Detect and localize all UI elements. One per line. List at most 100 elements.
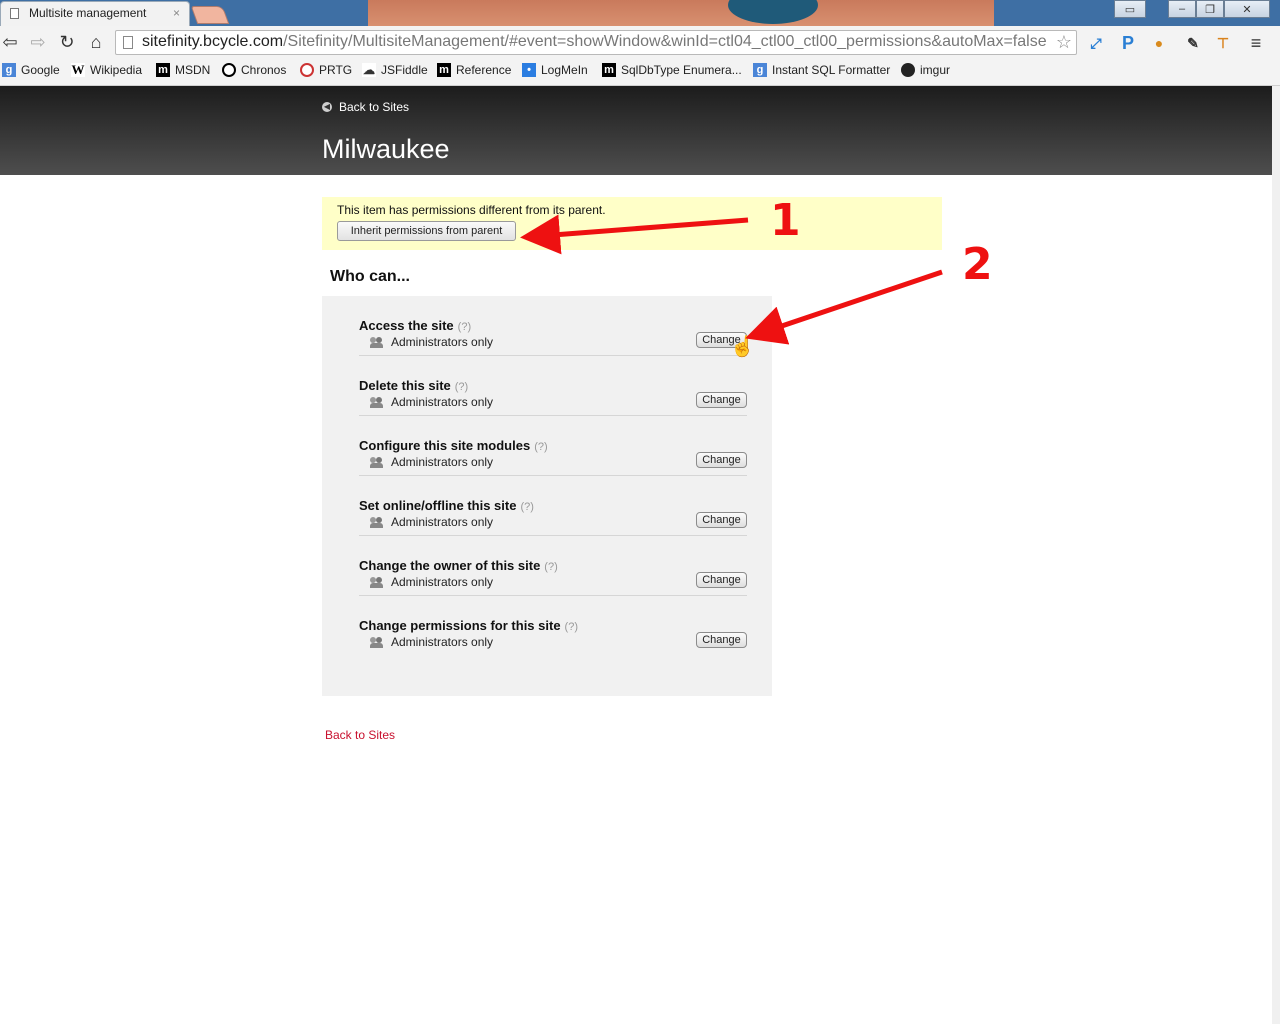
google-icon: g bbox=[2, 63, 16, 77]
notice-message: This item has permissions different from… bbox=[337, 203, 606, 217]
jsfiddle-icon: ☁ bbox=[362, 63, 376, 77]
permission-who-text: Administrators only bbox=[391, 515, 494, 529]
users-icon bbox=[370, 576, 384, 588]
bookmark-msdn[interactable]: m MSDN bbox=[156, 63, 210, 77]
maximize-button[interactable]: ❐ bbox=[1196, 0, 1224, 18]
reload-icon[interactable]: ↻ bbox=[57, 32, 77, 52]
permission-who-text: Administrators only bbox=[391, 395, 494, 409]
bookmark-label: SqlDbType Enumera... bbox=[621, 63, 742, 77]
back-to-sites-label: Back to Sites bbox=[339, 100, 410, 114]
permission-row: Change permissions for this site (?) Admi… bbox=[359, 596, 747, 656]
permission-who-text: Administrators only bbox=[391, 635, 494, 649]
tab-close-icon[interactable]: × bbox=[173, 6, 180, 20]
change-button[interactable]: Change bbox=[696, 512, 747, 528]
menu-hamburger-icon[interactable]: ≡ bbox=[1246, 33, 1266, 53]
back-arrow-icon[interactable]: ⇦ bbox=[0, 32, 20, 52]
reference-icon: m bbox=[437, 63, 451, 77]
bookmark-logmein[interactable]: • LogMeIn bbox=[522, 63, 588, 77]
permission-who-text: Administrators only bbox=[391, 335, 494, 349]
address-bar[interactable]: sitefinity.bcycle.com/Sitefinity/Multisi… bbox=[115, 30, 1077, 55]
annotation-number-1: 1 bbox=[770, 195, 801, 246]
permission-label-text: Set online/offline this site bbox=[359, 498, 517, 513]
google-icon: g bbox=[753, 63, 767, 77]
close-window-button[interactable]: ✕ bbox=[1224, 0, 1270, 18]
back-to-sites-link-top[interactable]: ◀ Back to Sites bbox=[322, 100, 409, 114]
change-button[interactable]: Change bbox=[696, 632, 747, 648]
permission-who: Administrators only bbox=[370, 635, 493, 649]
permission-label: Configure this site modules (?) bbox=[359, 438, 548, 453]
permission-label: Change the owner of this site (?) bbox=[359, 558, 558, 573]
page-icon bbox=[10, 8, 19, 19]
home-icon[interactable]: ⌂ bbox=[86, 32, 106, 52]
url-path: /Sitefinity/MultisiteManagement/#event=s… bbox=[283, 33, 1047, 50]
change-button[interactable]: Change bbox=[696, 452, 747, 468]
bookmark-label: Google bbox=[21, 63, 60, 77]
inherit-permissions-button[interactable]: Inherit permissions from parent bbox=[337, 221, 516, 241]
extension-resize-icon[interactable]: ⤢ bbox=[1086, 33, 1106, 53]
logmein-icon: • bbox=[522, 63, 536, 77]
msdn-icon: m bbox=[602, 63, 616, 77]
bookmark-prtg[interactable]: PRTG bbox=[300, 63, 352, 77]
browser-tab-active[interactable]: Multisite management × bbox=[0, 1, 190, 26]
help-marker[interactable]: (?) bbox=[520, 501, 533, 513]
page-scrollbar[interactable] bbox=[1272, 86, 1280, 1024]
bookmark-instant-sql[interactable]: g Instant SQL Formatter bbox=[753, 63, 890, 77]
permission-who: Administrators only bbox=[370, 575, 493, 589]
extension-tool-icon[interactable]: ⊤ bbox=[1213, 33, 1233, 53]
permission-label-text: Delete this site bbox=[359, 378, 451, 393]
change-button[interactable]: Change bbox=[696, 572, 747, 588]
url-host: sitefinity.bcycle.com bbox=[142, 33, 284, 50]
bookmark-sqldbtype[interactable]: m SqlDbType Enumera... bbox=[602, 63, 742, 77]
desktop-wallpaper bbox=[368, 0, 994, 26]
bookmark-reference[interactable]: m Reference bbox=[437, 63, 511, 77]
url-text: sitefinity.bcycle.com/Sitefinity/Multisi… bbox=[142, 33, 1047, 51]
help-marker[interactable]: (?) bbox=[455, 381, 468, 393]
bookmark-imgur[interactable]: imgur bbox=[901, 63, 950, 77]
permission-who: Administrators only bbox=[370, 515, 493, 529]
permission-label-text: Configure this site modules bbox=[359, 438, 531, 453]
bookmark-label: Instant SQL Formatter bbox=[772, 63, 891, 77]
permission-row: Access the site (?) Administrators only C… bbox=[359, 296, 747, 356]
permission-label-text: Change permissions for this site bbox=[359, 618, 561, 633]
bookmark-chronos[interactable]: Chronos bbox=[222, 63, 286, 77]
permissions-notice: This item has permissions different from… bbox=[322, 197, 942, 250]
imgur-icon bbox=[901, 63, 915, 77]
prtg-icon bbox=[300, 63, 314, 77]
bookmark-google[interactable]: g Google bbox=[2, 63, 60, 77]
wikipedia-icon: W bbox=[71, 62, 85, 77]
annotation-arrow-2 bbox=[745, 269, 943, 345]
help-marker[interactable]: (?) bbox=[534, 441, 547, 453]
msdn-icon: m bbox=[156, 63, 170, 77]
permission-label-text: Change the owner of this site bbox=[359, 558, 541, 573]
permission-row: Set online/offline this site (?) Administ… bbox=[359, 476, 747, 536]
page-icon bbox=[123, 36, 133, 49]
permission-label: Delete this site (?) bbox=[359, 378, 468, 393]
permission-who: Administrators only bbox=[370, 395, 493, 409]
help-marker[interactable]: (?) bbox=[458, 321, 471, 333]
window-controls: ▭ – ❐ ✕ bbox=[1114, 0, 1270, 18]
bookmark-jsfiddle[interactable]: ☁ JSFiddle bbox=[362, 63, 428, 77]
back-to-sites-link-bottom[interactable]: Back to Sites bbox=[325, 728, 395, 742]
window-switch-icon[interactable]: ▭ bbox=[1114, 0, 1146, 18]
permission-label: Access the site (?) bbox=[359, 318, 471, 333]
forward-arrow-icon[interactable]: ⇨ bbox=[28, 32, 48, 52]
extension-cookie-icon[interactable]: ● bbox=[1149, 33, 1169, 53]
permission-who: Administrators only bbox=[370, 455, 493, 469]
users-icon bbox=[370, 336, 384, 348]
permission-label: Set online/offline this site (?) bbox=[359, 498, 534, 513]
users-icon bbox=[370, 456, 384, 468]
bookmarks-bar: g Google W Wikipedia m MSDN Chronos PRTG ☁ J… bbox=[0, 59, 1280, 86]
bookmark-label: LogMeIn bbox=[541, 63, 588, 77]
bookmark-star-icon[interactable]: ☆ bbox=[1056, 32, 1072, 53]
help-marker[interactable]: (?) bbox=[565, 621, 578, 633]
minimize-button[interactable]: – bbox=[1168, 0, 1196, 18]
who-can-heading: Who can... bbox=[330, 268, 410, 285]
permission-row: Configure this site modules (?) Administr… bbox=[359, 416, 747, 476]
bookmark-label: Chronos bbox=[241, 63, 287, 77]
help-marker[interactable]: (?) bbox=[544, 561, 557, 573]
change-button[interactable]: Change bbox=[696, 392, 747, 408]
extension-picker-icon[interactable]: ✎ bbox=[1183, 33, 1203, 53]
new-tab-button[interactable] bbox=[190, 6, 230, 24]
bookmark-wikipedia[interactable]: W Wikipedia bbox=[71, 63, 142, 77]
extension-p-icon[interactable]: P bbox=[1118, 33, 1138, 53]
